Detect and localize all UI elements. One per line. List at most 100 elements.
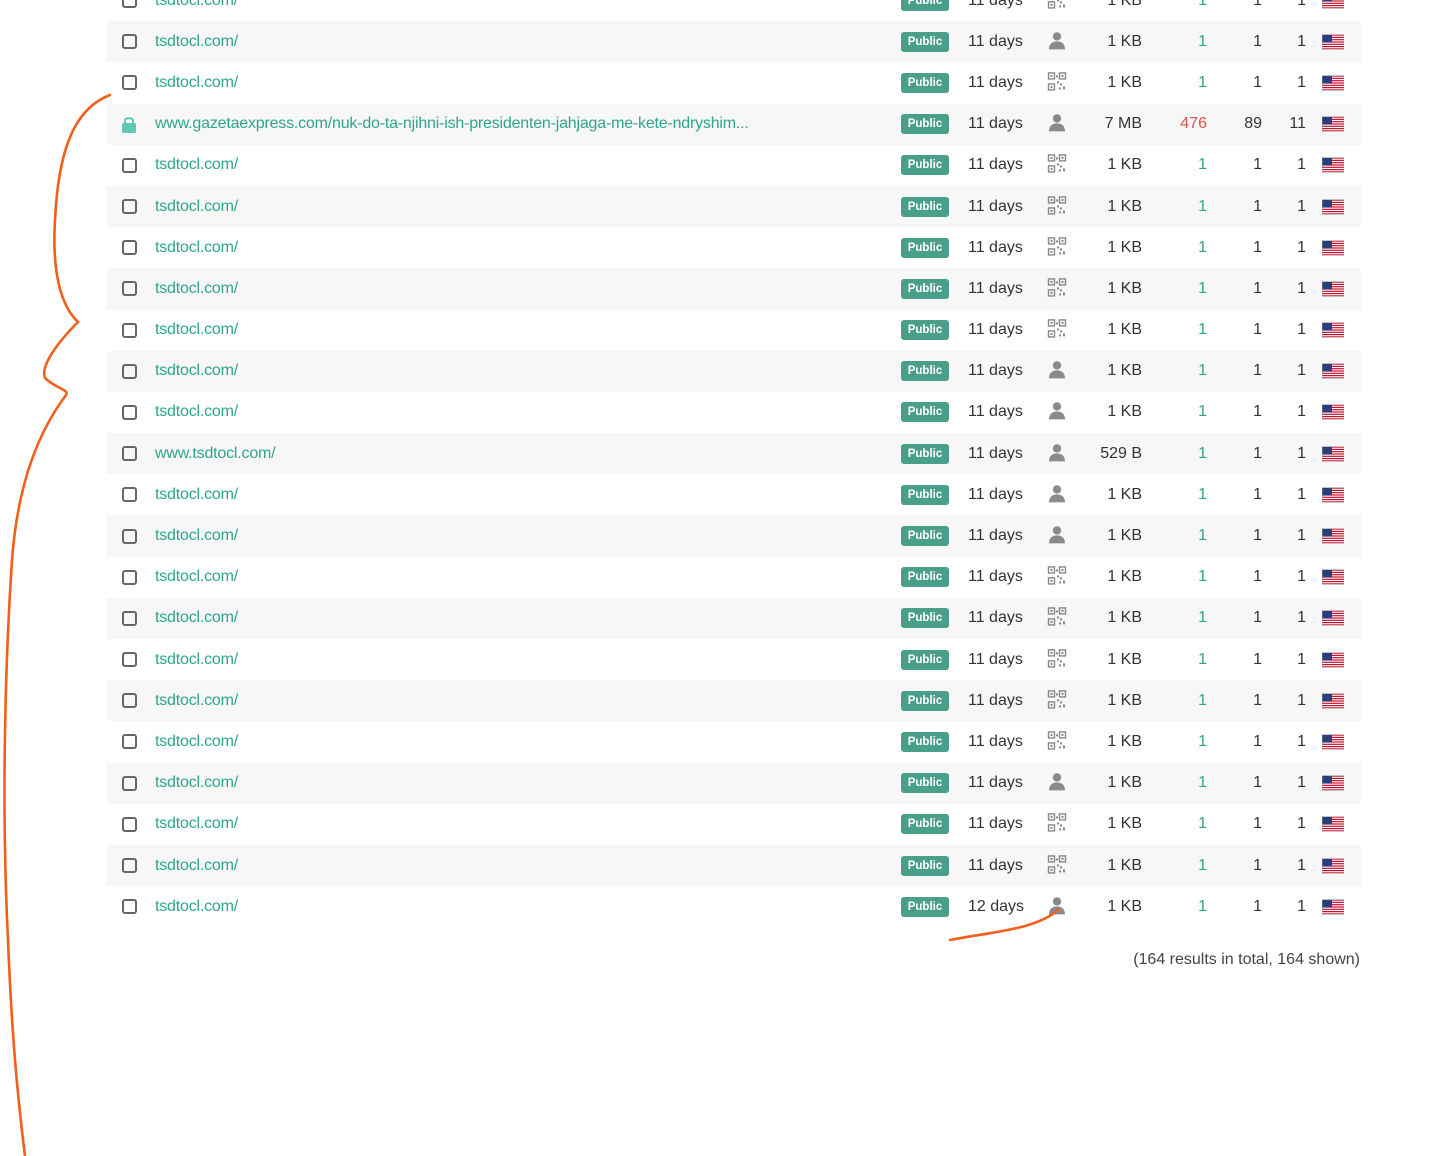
row-size: 1 KB [1107,856,1142,874]
table-row[interactable]: tsdtocl.com/Public 11 days 1 KB 1 1 1 [107,350,1361,392]
row-count-3: 1 [1297,32,1306,50]
table-row[interactable]: tsdtocl.com/Public 11 days 1 KB 1 1 1 [107,62,1361,103]
table-row[interactable]: tsdtocl.com/Public 11 days 1 KB 1 1 1 [107,227,1361,268]
row-count-3: 1 [1297,650,1306,668]
row-url-link[interactable]: tsdtocl.com/ [155,651,238,669]
row-checkbox[interactable] [122,363,137,379]
row-size: 1 KB [1107,568,1142,586]
row-checkbox[interactable] [122,157,137,173]
visibility-badge: Public [901,31,949,52]
table-row[interactable]: tsdtocl.com/Public 11 days 1 KB 1 1 1 [107,0,1361,21]
row-count-1: 1 [1198,73,1207,91]
row-url-link[interactable]: tsdtocl.com/ [155,33,238,51]
row-url-link[interactable]: tsdtocl.com/ [155,815,238,833]
row-count-2: 1 [1253,815,1262,833]
row-url-link[interactable]: tsdtocl.com/ [155,898,238,916]
row-checkbox[interactable] [122,569,137,585]
row-count-3: 11 [1289,115,1306,133]
row-checkbox[interactable] [122,322,137,338]
row-url-link[interactable]: tsdtocl.com/ [155,857,238,875]
row-count-3: 1 [1297,403,1306,421]
row-url-link[interactable]: tsdtocl.com/ [155,527,238,545]
row-checkbox[interactable] [122,858,137,874]
table-row[interactable]: tsdtocl.com/Public 11 days 1 KB 1 1 1 [107,310,1361,351]
table-row[interactable]: www.gazetaexpress.com/nuk-do-ta-njihni-i… [107,103,1361,145]
visibility-badge: Public [901,72,949,93]
row-url-link[interactable]: tsdtocl.com/ [155,774,238,792]
table-row[interactable]: tsdtocl.com/Public 11 days 1 KB 1 1 1 [107,597,1361,639]
row-checkbox[interactable] [122,899,137,915]
table-row[interactable]: tsdtocl.com/Public 11 days 1 KB 1 1 1 [107,762,1361,804]
qr-icon [1047,813,1067,833]
row-checkbox[interactable] [122,693,137,709]
row-url-link[interactable]: tsdtocl.com/ [155,321,238,339]
table-row[interactable]: tsdtocl.com/Public 11 days 1 KB 1 1 1 [107,185,1361,228]
row-checkbox[interactable] [122,775,137,791]
row-url-link[interactable]: tsdtocl.com/ [155,609,238,627]
row-checkbox[interactable] [122,404,137,420]
row-url-link[interactable]: tsdtocl.com/ [155,362,238,380]
row-checkbox[interactable] [122,199,137,215]
table-row[interactable]: tsdtocl.com/Public 11 days 1 KB 1 1 1 [107,680,1361,722]
qr-icon [1047,854,1067,874]
row-url-link[interactable]: tsdtocl.com/ [155,486,238,504]
row-size: 1 KB [1107,691,1142,709]
row-url-link[interactable]: tsdtocl.com/ [155,733,238,751]
row-count-2: 1 [1253,32,1262,50]
row-count-3: 1 [1297,527,1306,545]
row-checkbox[interactable] [122,281,137,297]
row-url-link[interactable]: www.tsdtocl.com/ [155,445,276,463]
table-row[interactable]: tsdtocl.com/Public 11 days 1 KB 1 1 1 [107,268,1361,310]
table-row[interactable]: www.tsdtocl.com/Public 11 days 529 B 1 1 1 [107,433,1361,475]
table-row[interactable]: tsdtocl.com/Public 11 days 1 KB 1 1 1 [107,557,1361,598]
row-count-2: 1 [1253,897,1262,915]
row-url-link[interactable]: tsdtocl.com/ [155,239,238,257]
row-checkbox[interactable] [122,487,137,503]
row-count-1: 1 [1198,362,1207,380]
qr-icon [1047,0,1067,9]
row-age: 12 days [968,897,1025,915]
visibility-badge: Public [901,237,949,258]
row-count-1: 1 [1198,0,1207,9]
table-row[interactable]: tsdtocl.com/Public 11 days 1 KB 1 1 1 [107,21,1361,63]
table-row[interactable]: tsdtocl.com/Public 11 days 1 KB 1 1 1 [107,145,1361,186]
row-checkbox[interactable] [122,446,137,462]
row-size: 1 KB [1107,362,1142,380]
table-row[interactable]: tsdtocl.com/Public 11 days 1 KB 1 1 1 [107,474,1361,515]
row-count-1: 1 [1198,197,1207,215]
row-url-link[interactable]: www.gazetaexpress.com/nuk-do-ta-njihni-i… [155,115,749,133]
table-row[interactable]: tsdtocl.com/Public 11 days 1 KB 1 1 1 [107,721,1361,762]
row-checkbox[interactable] [122,0,137,9]
table-row[interactable]: tsdtocl.com/Public 11 days 1 KB 1 1 1 [107,844,1361,887]
row-count-2: 1 [1253,774,1262,792]
row-url-link[interactable]: tsdtocl.com/ [155,198,238,216]
row-url-link[interactable]: tsdtocl.com/ [155,156,238,174]
table-row[interactable]: tsdtocl.com/Public 11 days 1 KB 1 1 1 [107,639,1361,680]
row-url-link[interactable]: tsdtocl.com/ [155,403,238,421]
us-flag-icon [1322,240,1344,256]
row-url-link[interactable]: tsdtocl.com/ [155,692,238,710]
table-row[interactable]: tsdtocl.com/Public 11 days 1 KB 1 1 1 [107,392,1361,433]
table-row[interactable]: tsdtocl.com/Public 11 days 1 KB 1 1 1 [107,515,1361,557]
table-row[interactable]: tsdtocl.com/Public 12 days 1 KB 1 1 1 [107,886,1361,927]
row-age: 11 days [968,73,1023,91]
row-count-3: 1 [1297,279,1306,297]
lock-icon [121,115,137,134]
table-row[interactable]: tsdtocl.com/Public 11 days 1 KB 1 1 1 [107,804,1361,845]
row-url-link[interactable]: tsdtocl.com/ [155,74,238,92]
user-icon [1047,113,1067,133]
row-checkbox[interactable] [122,75,137,91]
row-size: 1 KB [1107,815,1142,833]
row-age: 11 days [968,321,1023,339]
row-url-link[interactable]: tsdtocl.com/ [155,568,238,586]
visibility-badge: Public [901,896,949,917]
row-checkbox[interactable] [122,240,137,256]
row-checkbox[interactable] [122,528,137,544]
row-url-link[interactable]: tsdtocl.com/ [155,280,238,298]
row-checkbox[interactable] [122,816,137,832]
row-url-link[interactable]: tsdtocl.com/ [155,0,238,10]
row-checkbox[interactable] [122,34,137,50]
row-checkbox[interactable] [122,734,137,750]
row-checkbox[interactable] [122,652,137,668]
row-checkbox[interactable] [122,610,137,626]
